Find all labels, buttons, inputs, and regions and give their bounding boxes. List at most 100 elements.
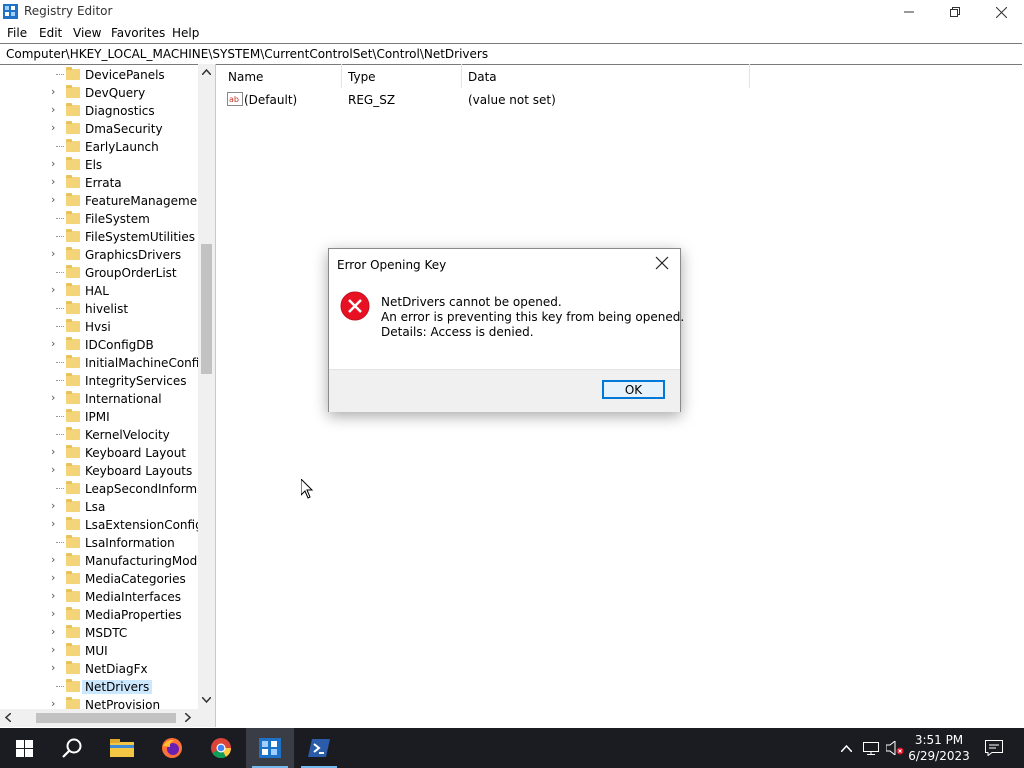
tree-item[interactable]: IPMI xyxy=(0,408,198,426)
tree-item[interactable]: › MediaInterfaces xyxy=(0,588,198,606)
expand-chevron-icon[interactable]: › xyxy=(51,644,60,656)
column-header-type[interactable]: Type xyxy=(348,70,376,84)
tree-item[interactable]: EarlyLaunch xyxy=(0,138,198,156)
tree-item[interactable]: Hvsi xyxy=(0,318,198,336)
start-button[interactable] xyxy=(0,728,48,768)
tree-item[interactable]: › GraphicsDrivers xyxy=(0,246,198,264)
expand-chevron-icon[interactable]: › xyxy=(51,248,60,260)
tree-item[interactable]: › ManufacturingMode xyxy=(0,552,205,570)
column-divider[interactable] xyxy=(749,64,750,88)
tree-item[interactable]: LsaInformation xyxy=(0,534,198,552)
firefox-taskbar-button[interactable] xyxy=(148,728,196,768)
expand-chevron-icon[interactable]: › xyxy=(51,284,60,296)
tree-item[interactable]: › Diagnostics xyxy=(0,102,198,120)
tree-item[interactable]: FileSystemUtilities xyxy=(0,228,198,246)
key-tree[interactable]: DevicePanels › DevQuery › Diagnostics › DmaSec… xyxy=(0,64,216,727)
tree-item[interactable]: GroupOrderList xyxy=(0,264,198,282)
tree-item[interactable]: › FeatureManagement xyxy=(0,192,209,210)
ok-button[interactable]: OK xyxy=(602,380,665,399)
tree-item[interactable]: › Errata xyxy=(0,174,198,192)
tree-horizontal-scroll-thumb[interactable] xyxy=(36,713,176,723)
tree-item[interactable]: FileSystem xyxy=(0,210,198,228)
expand-chevron-icon[interactable]: › xyxy=(51,464,60,476)
expand-chevron-icon[interactable]: › xyxy=(51,158,60,170)
column-divider[interactable] xyxy=(461,64,462,88)
tree-vertical-scroll-thumb[interactable] xyxy=(201,244,212,374)
tree-item[interactable]: InitialMachineConfig xyxy=(0,354,207,372)
expand-chevron-icon[interactable]: › xyxy=(51,608,60,620)
tree-item[interactable]: › NetDiagFx xyxy=(0,660,198,678)
column-header-data[interactable]: Data xyxy=(468,70,497,84)
file-explorer-icon xyxy=(110,739,134,757)
tree-item[interactable]: › DevQuery xyxy=(0,84,198,102)
tree-item[interactable]: › HAL xyxy=(0,282,198,300)
tree-vertical-scrollbar[interactable] xyxy=(198,64,215,709)
restore-button[interactable] xyxy=(932,0,978,24)
expand-chevron-icon[interactable]: › xyxy=(51,86,60,98)
expand-chevron-icon[interactable]: › xyxy=(51,392,60,404)
action-center-button[interactable] xyxy=(980,728,1008,768)
tree-connector xyxy=(56,416,64,417)
expand-chevron-icon[interactable]: › xyxy=(51,626,60,638)
expand-chevron-icon[interactable]: › xyxy=(51,122,60,134)
expand-chevron-icon[interactable]: › xyxy=(51,662,60,674)
menu-help[interactable]: Help xyxy=(172,26,199,40)
tree-item[interactable]: › Keyboard Layouts xyxy=(0,462,198,480)
menu-edit[interactable]: Edit xyxy=(39,26,62,40)
network-button[interactable] xyxy=(860,728,882,768)
tree-item[interactable]: LeapSecondInformati xyxy=(0,480,213,498)
tree-item[interactable]: › Keyboard Layout xyxy=(0,444,198,462)
minimize-button[interactable] xyxy=(886,0,932,24)
column-header-name[interactable]: Name xyxy=(228,70,263,84)
dialog-close-icon[interactable] xyxy=(655,256,669,270)
scroll-right-icon[interactable] xyxy=(185,713,191,722)
show-hidden-icons-button[interactable] xyxy=(836,728,856,768)
scroll-left-icon[interactable] xyxy=(5,713,11,722)
expand-chevron-icon[interactable]: › xyxy=(51,104,60,116)
tree-item[interactable]: IntegrityServices xyxy=(0,372,198,390)
tree-item[interactable]: › MSDTC xyxy=(0,624,198,642)
tree-item[interactable]: › LsaExtensionConfig xyxy=(0,516,203,534)
expand-chevron-icon[interactable]: › xyxy=(51,500,60,512)
menu-file[interactable]: File xyxy=(7,26,27,40)
expand-chevron-icon[interactable]: › xyxy=(51,446,60,458)
taskbar: 3:51 PM 6/29/2023 xyxy=(0,728,1024,768)
tree-item[interactable]: › MediaProperties xyxy=(0,606,198,624)
taskbar-clock[interactable]: 3:51 PM 6/29/2023 xyxy=(905,732,973,764)
column-divider[interactable] xyxy=(341,64,342,88)
expand-chevron-icon[interactable]: › xyxy=(51,194,60,206)
tree-item-label: International xyxy=(85,392,162,406)
expand-chevron-icon[interactable]: › xyxy=(51,338,60,350)
tree-item[interactable]: › International xyxy=(0,390,198,408)
tree-item[interactable]: KernelVelocity xyxy=(0,426,198,444)
expand-chevron-icon[interactable]: › xyxy=(51,590,60,602)
powershell-taskbar-button[interactable] xyxy=(295,728,343,768)
search-button[interactable] xyxy=(48,728,96,768)
volume-button[interactable] xyxy=(884,728,906,768)
tree-item[interactable]: › IDConfigDB xyxy=(0,336,198,354)
registry-editor-taskbar-button[interactable] xyxy=(246,728,294,768)
close-button[interactable] xyxy=(978,0,1024,24)
expand-chevron-icon[interactable]: › xyxy=(51,518,60,530)
scroll-up-icon[interactable] xyxy=(202,69,211,75)
expand-chevron-icon[interactable]: › xyxy=(51,554,60,566)
tree-item[interactable]: › Els xyxy=(0,156,198,174)
chrome-taskbar-button[interactable] xyxy=(197,728,245,768)
file-explorer-taskbar-button[interactable] xyxy=(98,728,146,768)
menu-favorites[interactable]: Favorites xyxy=(111,26,165,40)
tree-item[interactable]: › DmaSecurity xyxy=(0,120,198,138)
folder-icon xyxy=(66,661,80,674)
tree-item[interactable]: hivelist xyxy=(0,300,198,318)
expand-chevron-icon[interactable]: › xyxy=(51,176,60,188)
tree-item-label: MediaCategories xyxy=(85,572,186,586)
scroll-down-icon[interactable] xyxy=(202,697,211,703)
tree-item[interactable]: › MediaCategories xyxy=(0,570,198,588)
folder-icon xyxy=(66,337,80,350)
tree-item[interactable]: › Lsa xyxy=(0,498,198,516)
tree-item[interactable]: NetDrivers xyxy=(0,678,198,696)
expand-chevron-icon[interactable]: › xyxy=(51,572,60,584)
tree-item[interactable]: › MUI xyxy=(0,642,198,660)
address-bar[interactable]: Computer\HKEY_LOCAL_MACHINE\SYSTEM\Curre… xyxy=(0,43,1022,65)
menu-view[interactable]: View xyxy=(73,26,101,40)
tree-item[interactable]: DevicePanels xyxy=(0,66,198,84)
